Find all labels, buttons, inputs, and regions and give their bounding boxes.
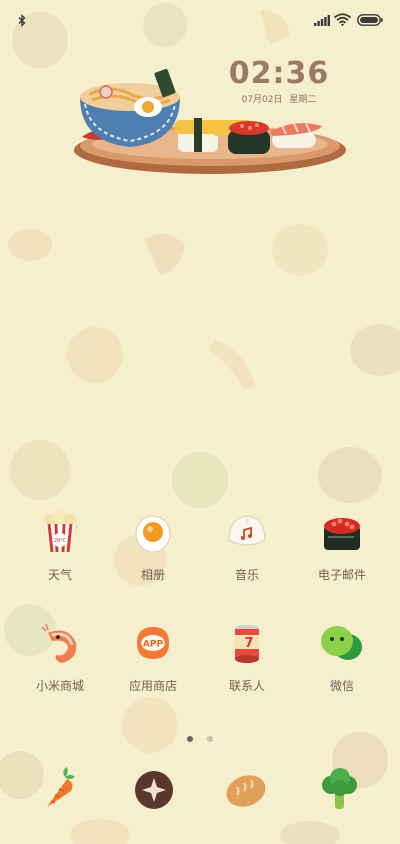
date-text: 07月02日 (241, 95, 283, 105)
app-label: 微信 (329, 679, 354, 693)
can-icon: 7 (235, 625, 259, 663)
popcorn-icon: 28℃ (44, 510, 76, 553)
steamed-bun-icon (228, 515, 266, 546)
bread-icon (226, 775, 266, 807)
fried-egg-icon (135, 515, 171, 553)
clock-date: 07月02日 星期二 (224, 92, 334, 105)
clock-time: 02:36 (228, 56, 330, 91)
clock-widget[interactable]: 02:36 07月02日 星期二 (224, 56, 334, 105)
page-indicator (0, 727, 400, 742)
carrot-icon (47, 767, 75, 807)
app-label: 小米商城 (35, 679, 84, 693)
app-label: 联系人 (228, 679, 265, 693)
dock-app-broccoli[interactable] (315, 765, 365, 815)
app-contacts[interactable]: 7 联系人 (202, 621, 292, 694)
weekday-text: 星期二 (289, 95, 317, 105)
dock (0, 765, 400, 815)
app-app-store[interactable]: APP 应用商店 (108, 621, 198, 694)
dock-app-compass[interactable] (129, 765, 179, 815)
app-label: 相册 (140, 568, 165, 582)
app-mi-store[interactable]: 小米商城 (15, 621, 105, 694)
bluetooth-icon (18, 14, 26, 27)
status-bar (0, 0, 400, 40)
app-wechat[interactable]: 微信 (297, 621, 387, 694)
app-label: 音乐 (234, 568, 259, 582)
dock-app-bread[interactable] (221, 765, 271, 815)
app-weather[interactable]: 28℃ 天气 (15, 510, 105, 583)
sushi-roe-icon (324, 518, 360, 550)
app-store-badge-text: APP (143, 640, 164, 650)
app-bread-icon: APP (137, 627, 169, 659)
can-label: 7 (244, 636, 253, 651)
signal-icon (314, 15, 330, 26)
app-gallery[interactable]: 相册 (108, 510, 198, 583)
page-dot[interactable] (206, 736, 213, 742)
green-peas-icon (321, 626, 362, 660)
app-music[interactable]: 音乐 (202, 510, 292, 583)
compass-cookie-icon (135, 771, 173, 809)
shrimp-icon (41, 623, 77, 663)
app-label: 应用商店 (128, 679, 177, 693)
broccoli-icon (322, 768, 357, 809)
battery-icon (357, 14, 383, 26)
app-label: 天气 (47, 568, 72, 582)
app-label: 电子邮件 (317, 568, 366, 582)
wifi-icon (334, 13, 351, 26)
app-email[interactable]: 电子邮件 (297, 510, 387, 583)
popcorn-temp-label: 28℃ (54, 538, 66, 544)
dock-app-carrot[interactable] (35, 765, 85, 815)
